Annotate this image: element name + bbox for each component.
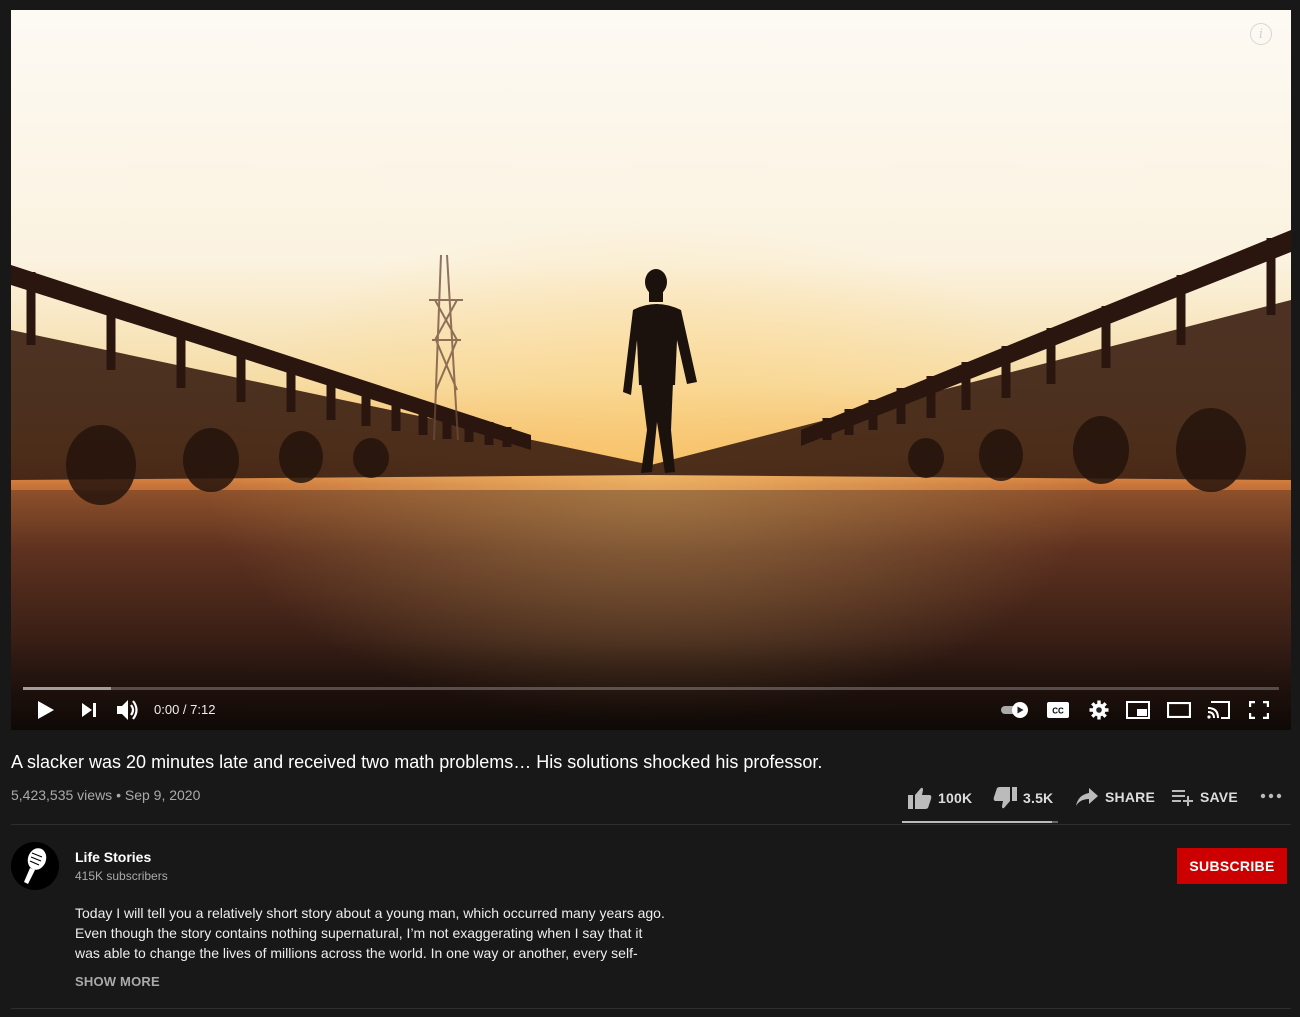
- like-button[interactable]: 100K: [908, 787, 972, 809]
- settings-button[interactable]: [1086, 697, 1112, 723]
- show-more-button[interactable]: SHOW MORE: [75, 974, 160, 989]
- svg-text:CC: CC: [1052, 707, 1064, 716]
- thumbs-up-icon: [908, 787, 932, 809]
- cast-button[interactable]: [1206, 697, 1232, 723]
- video-meta: 5,423,535 views • Sep 9, 2020: [11, 787, 201, 803]
- microphone-logo: [11, 842, 59, 890]
- dislike-button[interactable]: 3.5K: [993, 787, 1053, 809]
- video-title: A slacker was 20 minutes late and receiv…: [11, 752, 823, 772]
- subscribe-button[interactable]: SUBSCRIBE: [1177, 848, 1287, 884]
- captions-icon: CC: [1047, 702, 1069, 718]
- sentiment-like-fill: [902, 821, 1052, 823]
- autoplay-toggle-icon: [1001, 702, 1028, 718]
- more-actions-button[interactable]: [1260, 793, 1282, 799]
- fullscreen-icon: [1249, 701, 1269, 719]
- save-button[interactable]: SAVE: [1172, 787, 1238, 807]
- share-label: SHARE: [1105, 789, 1156, 805]
- share-arrow-icon: [1076, 788, 1098, 806]
- gear-icon: [1089, 700, 1109, 720]
- next-icon: [82, 703, 96, 717]
- channel-name[interactable]: Life Stories: [75, 849, 151, 865]
- theater-mode-button[interactable]: [1166, 697, 1192, 723]
- autoplay-toggle[interactable]: [999, 697, 1031, 723]
- playlist-add-icon: [1172, 790, 1193, 806]
- cast-icon: [1207, 701, 1230, 719]
- miniplayer-icon: [1126, 701, 1150, 719]
- save-label: SAVE: [1200, 789, 1238, 805]
- progress-bar[interactable]: [23, 687, 1279, 690]
- sentiment-bar: [902, 821, 1058, 823]
- next-button[interactable]: [76, 697, 102, 723]
- volume-icon: [117, 700, 138, 720]
- share-button[interactable]: SHARE: [1075, 787, 1155, 807]
- video-player[interactable]: i 0:00 / 7:12 CC: [11, 10, 1291, 730]
- thumbs-down-icon: [993, 787, 1017, 809]
- info-icon[interactable]: i: [1250, 23, 1272, 45]
- divider-top: [11, 824, 1291, 825]
- play-button[interactable]: [33, 697, 59, 723]
- like-count: 100K: [938, 790, 973, 806]
- divider-bottom: [11, 1008, 1291, 1009]
- more-horizontal-icon: [1260, 793, 1282, 799]
- dislike-count: 3.5K: [1023, 790, 1054, 806]
- description-line: was able to change the lives of millions…: [75, 945, 638, 961]
- theater-mode-icon: [1167, 702, 1191, 718]
- captions-button[interactable]: CC: [1045, 697, 1071, 723]
- play-icon: [38, 701, 54, 719]
- subscriber-count: 415K subscribers: [75, 869, 168, 883]
- channel-avatar[interactable]: [11, 842, 59, 890]
- volume-button[interactable]: [115, 697, 141, 723]
- fullscreen-button[interactable]: [1246, 697, 1272, 723]
- miniplayer-button[interactable]: [1125, 697, 1151, 723]
- video-frame[interactable]: [11, 10, 1291, 730]
- description-line: Even though the story contains nothing s…: [75, 925, 643, 941]
- buffered-progress: [23, 687, 111, 690]
- time-display: 0:00 / 7:12: [154, 702, 216, 717]
- description-line: Today I will tell you a relatively short…: [75, 905, 665, 921]
